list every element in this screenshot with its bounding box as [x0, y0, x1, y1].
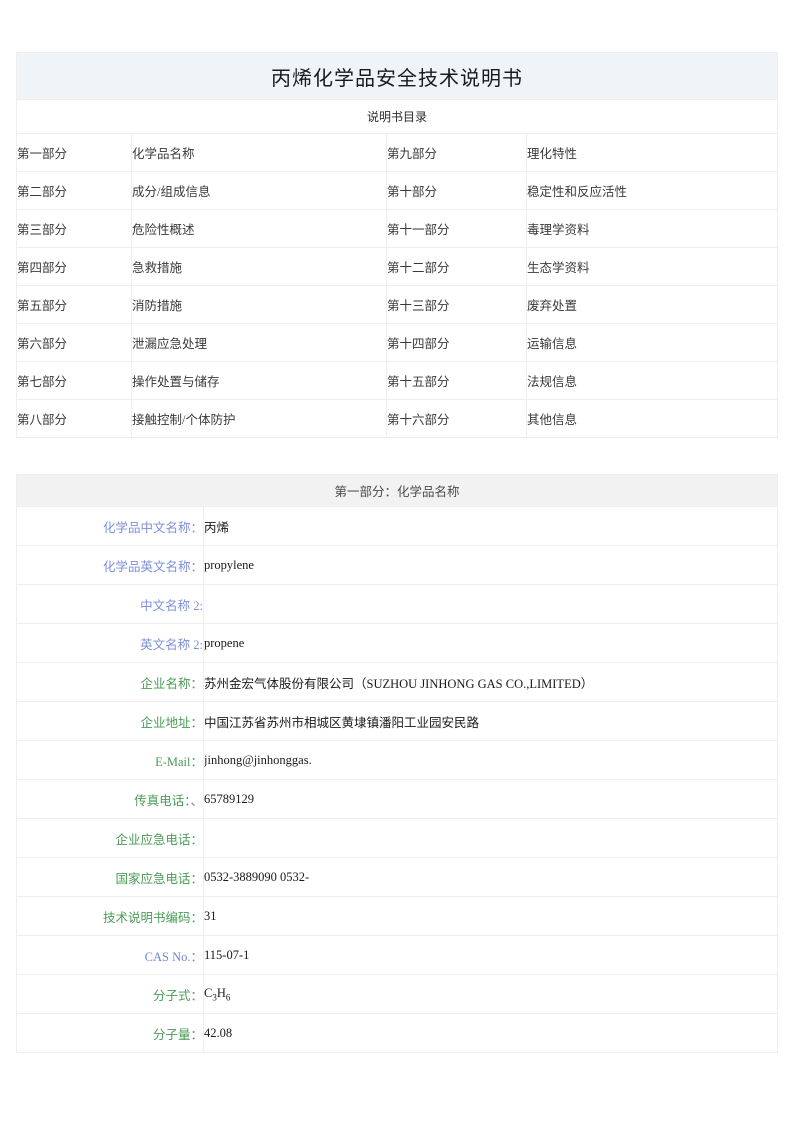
toc-section-number: 第八部分 [16, 399, 132, 438]
field-value: 丙烯 [202, 506, 779, 546]
toc-section-number: 第十二部分 [386, 247, 527, 286]
field-value: jinhong@jinhonggas. [202, 740, 779, 780]
field-label: 企业应急电话： [16, 818, 204, 858]
toc-section-title: 毒理学资料 [526, 209, 778, 248]
toc-section-title: 急救措施 [131, 247, 387, 286]
table-row: 第六部分 泄漏应急处理 第十四部分 运输信息 [16, 323, 778, 362]
table-row: 企业地址： 中国江苏省苏州市相城区黄埭镇潘阳工业园安民路 [16, 701, 779, 741]
toc-section-number: 第十一部分 [386, 209, 527, 248]
field-label: 英文名称 2: [16, 623, 204, 663]
table-row: 第八部分 接触控制/个体防护 第十六部分 其他信息 [16, 399, 778, 438]
part-1-heading-row: 第一部分：化学品名称 [15, 474, 779, 507]
toc-section-number: 第四部分 [16, 247, 132, 286]
section-heading: 第一部分：化学品名称 [15, 474, 779, 507]
field-value: 0532-3889090 0532- [202, 857, 779, 897]
field-label: 传真电话：、 [16, 779, 204, 819]
toc-section-number: 第十部分 [386, 171, 527, 210]
table-row: 中文名称 2: [16, 584, 779, 624]
field-value: propylene [202, 545, 779, 585]
toc-section-number: 第五部分 [16, 285, 132, 324]
toc-section-title: 理化特性 [526, 133, 778, 172]
toc-section-title: 废弃处置 [526, 285, 778, 324]
field-label: 中文名称 2: [16, 584, 204, 624]
field-value: 苏州金宏气体股份有限公司（SUZHOU JINHONG GAS CO.,LIMI… [202, 662, 779, 702]
field-value [202, 584, 779, 624]
document-title-row: 丙烯化学品安全技术说明书 [16, 52, 778, 100]
toc-heading: 说明书目录 [16, 99, 778, 134]
toc-section-number: 第九部分 [386, 133, 527, 172]
toc-section-title: 运输信息 [526, 323, 778, 362]
toc-section-number: 第十六部分 [386, 399, 527, 438]
field-value: 115-07-1 [202, 935, 779, 975]
toc-section-title: 泄漏应急处理 [131, 323, 387, 362]
field-label: 国家应急电话： [16, 857, 204, 897]
field-label: 企业名称： [16, 662, 204, 702]
table-row: 国家应急电话： 0532-3889090 0532- [16, 857, 779, 897]
table-row: 企业名称： 苏州金宏气体股份有限公司（SUZHOU JINHONG GAS CO… [16, 662, 779, 702]
field-label: 技术说明书编码： [16, 896, 204, 936]
table-row: 传真电话：、 65789129 [16, 779, 779, 819]
table-row: CAS No.： 115-07-1 [16, 935, 779, 975]
field-value-formula: C3H6 [202, 974, 779, 1014]
field-label: E-Mail： [16, 740, 204, 780]
table-row: 化学品中文名称： 丙烯 [16, 506, 779, 546]
toc-section-number: 第六部分 [16, 323, 132, 362]
toc-section-title: 法规信息 [526, 361, 778, 400]
field-label: 化学品英文名称： [16, 545, 204, 585]
field-value: 42.08 [202, 1013, 779, 1053]
toc-section-number: 第十四部分 [386, 323, 527, 362]
toc-section-title: 稳定性和反应活性 [526, 171, 778, 210]
field-label: 分子量： [16, 1013, 204, 1053]
table-row: 分子量： 42.08 [16, 1013, 779, 1053]
table-row: 第三部分 危险性概述 第十一部分 毒理学资料 [16, 209, 778, 248]
table-row: E-Mail： jinhong@jinhonggas. [16, 740, 779, 780]
toc-section-number: 第十五部分 [386, 361, 527, 400]
table-row: 第二部分 成分/组成信息 第十部分 稳定性和反应活性 [16, 171, 778, 210]
toc-section-title: 生态学资料 [526, 247, 778, 286]
toc-section-title: 危险性概述 [131, 209, 387, 248]
table-row: 第四部分 急救措施 第十二部分 生态学资料 [16, 247, 778, 286]
table-row: 分子式： C3H6 [16, 974, 779, 1014]
part-1-details-table: 第一部分：化学品名称 化学品中文名称： 丙烯 化学品英文名称： propylen… [15, 474, 779, 1053]
table-row: 技术说明书编码： 31 [16, 896, 779, 936]
field-value: 中国江苏省苏州市相城区黄埭镇潘阳工业园安民路 [202, 701, 779, 741]
toc-section-title: 接触控制/个体防护 [131, 399, 387, 438]
toc-section-number: 第二部分 [16, 171, 132, 210]
table-of-contents-table: 丙烯化学品安全技术说明书 说明书目录 第一部分 化学品名称 第九部分 理化特性 … [16, 52, 778, 438]
toc-section-title: 消防措施 [131, 285, 387, 324]
table-row: 化学品英文名称： propylene [16, 545, 779, 585]
field-label: 化学品中文名称： [16, 506, 204, 546]
field-label: 分子式： [16, 974, 204, 1014]
field-label: CAS No.： [16, 935, 204, 975]
field-value: 31 [202, 896, 779, 936]
table-row: 英文名称 2: propene [16, 623, 779, 663]
table-row: 第五部分 消防措施 第十三部分 废弃处置 [16, 285, 778, 324]
toc-section-number: 第七部分 [16, 361, 132, 400]
toc-section-number: 第一部分 [16, 133, 132, 172]
document-page: 丙烯化学品安全技术说明书 说明书目录 第一部分 化学品名称 第九部分 理化特性 … [0, 0, 793, 1122]
toc-section-title: 操作处置与储存 [131, 361, 387, 400]
toc-section-title: 成分/组成信息 [131, 171, 387, 210]
table-row: 企业应急电话： [16, 818, 779, 858]
field-label: 企业地址： [16, 701, 204, 741]
field-value: propene [202, 623, 779, 663]
table-row: 第一部分 化学品名称 第九部分 理化特性 [16, 133, 778, 172]
field-value: 65789129 [202, 779, 779, 819]
document-subtitle-row: 说明书目录 [16, 99, 778, 134]
table-row: 第七部分 操作处置与储存 第十五部分 法规信息 [16, 361, 778, 400]
toc-section-number: 第十三部分 [386, 285, 527, 324]
toc-section-number: 第三部分 [16, 209, 132, 248]
toc-section-title: 化学品名称 [131, 133, 387, 172]
field-value [202, 818, 779, 858]
page-title: 丙烯化学品安全技术说明书 [16, 52, 778, 100]
toc-section-title: 其他信息 [526, 399, 778, 438]
